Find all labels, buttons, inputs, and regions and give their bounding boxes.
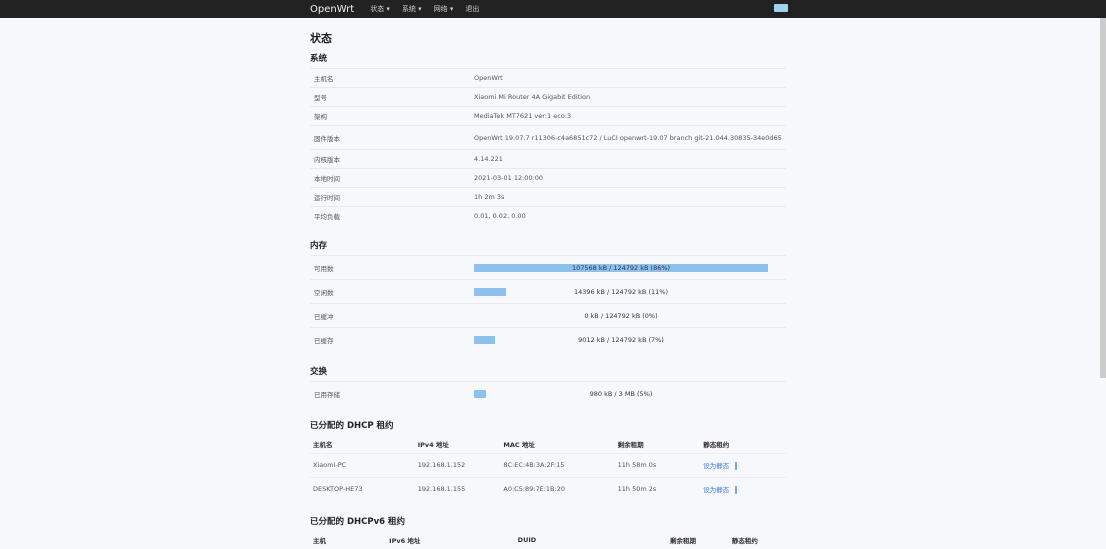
column-header: 主机名 <box>313 440 333 449</box>
column-header: 静态租约 <box>703 440 730 449</box>
usage-label: 空闲数 <box>314 288 334 297</box>
info-row: 运行时间 1h 2m 3s <box>310 187 786 206</box>
table-row: DESKTOP-HE73 192.168.1.155 A0:C5:89:7E:1B:… <box>310 476 786 501</box>
usage-row: 已用存储 980 kB / 3 MB (5%) <box>310 381 786 405</box>
column-header: 剩余租期 <box>669 537 696 545</box>
info-row: 型号 Xiaomi Mi Router 4A Gigabit Edition <box>310 87 786 106</box>
changes-badge[interactable] <box>774 4 788 12</box>
column-header: MAC 地址 <box>503 440 535 449</box>
info-value: Xiaomi Mi Router 4A Gigabit Edition <box>474 93 591 101</box>
set-static-button[interactable]: 设为静态 <box>703 486 738 495</box>
column-header: 静态租约 <box>731 537 758 545</box>
table-cell: 192.168.1.155 <box>414 476 501 501</box>
page-title: 状态 <box>310 32 332 45</box>
top-navbar: OpenWrt 状态 ▾ 系统 ▾ 网络 ▾ 退出 <box>0 0 1106 18</box>
info-label: 主机名 <box>314 75 334 83</box>
progress-text: 9012 kB / 124792 kB (7%) <box>578 335 664 344</box>
progress-bar: 14396 kB / 124792 kB (11%) <box>474 287 768 296</box>
info-row: 本地时间 2021-03-01 12:00:00 <box>310 168 786 187</box>
column-header: 剩余租期 <box>617 440 644 449</box>
progress-text: 107568 kB / 124792 kB (86%) <box>571 263 671 272</box>
table-cell: 8C:EC:4B:3A:2F:15 <box>500 452 615 477</box>
info-label: 内核版本 <box>314 156 340 164</box>
column-header: IPv6 地址 <box>389 537 421 545</box>
progress-bar: 980 kB / 3 MB (5%) <box>474 389 768 398</box>
progress-text: 0 kB / 124792 kB (0%) <box>584 311 658 320</box>
info-value: 0.01, 0.02, 0.00 <box>474 212 526 220</box>
usage-row: 已缓存 9012 kB / 124792 kB (7%) <box>310 327 786 351</box>
info-value: 4.14.221 <box>474 155 503 163</box>
table-cell: 11h 50m 2s <box>614 476 701 501</box>
info-value: OpenWrt <box>474 74 503 82</box>
set-static-button[interactable]: 设为静态 <box>703 462 738 470</box>
progress-bar: 0 kB / 124792 kB (0%) <box>474 312 768 320</box>
table-cell: 设为静态 <box>700 476 786 501</box>
progress-text: 980 kB / 3 MB (5%) <box>589 389 653 398</box>
info-label: 型号 <box>314 94 327 102</box>
table-cell: 11h 58m 0s <box>614 452 701 477</box>
usage-row: 空闲数 14396 kB / 124792 kB (11%) <box>310 279 786 303</box>
dhcp-leases-table: 主机名 IPv4 地址 MAC 地址 剩余租期 静态租约 Xiaomi-PC 192.168… <box>310 435 786 501</box>
column-header: IPv4 地址 <box>417 440 449 449</box>
menu-system[interactable]: 系统 ▾ <box>402 4 422 14</box>
menu-network[interactable]: 网络 ▾ <box>434 4 454 14</box>
usage-label: 已用存储 <box>314 390 340 399</box>
info-row: 平均负载 0.01, 0.02, 0.00 <box>310 206 786 225</box>
progress-bar: 9012 kB / 124792 kB (7%) <box>474 335 768 344</box>
dhcpv6-section-title: 已分配的 DHCPv6 租约 <box>310 517 406 527</box>
table-cell: A0:C5:89:7E:1B:20 <box>500 476 615 501</box>
info-label: 架构 <box>314 113 327 121</box>
table-cell: 192.168.1.152 <box>414 452 501 477</box>
info-label: 运行时间 <box>314 194 340 202</box>
system-section-title: 系统 <box>310 54 328 64</box>
column-header: DUID <box>517 536 537 544</box>
usage-label: 可用数 <box>314 264 334 273</box>
info-row: 架构 MediaTek MT7621 ver:1 eco:3 <box>310 106 786 125</box>
usage-row: 可用数 107568 kB / 124792 kB (86%) <box>310 255 786 279</box>
info-value: MediaTek MT7621 ver:1 eco:3 <box>474 112 572 120</box>
dhcp-section-title: 已分配的 DHCP 租约 <box>310 421 394 431</box>
progress-text: 14396 kB / 124792 kB (11%) <box>574 287 668 296</box>
info-row: 内核版本 4.14.221 <box>310 149 786 168</box>
info-value: 2021-03-01 12:00:00 <box>474 174 544 182</box>
info-label: 本地时间 <box>314 175 340 183</box>
dhcpv6-leases-table: 主机 IPv6 地址 DUID 剩余租期 静态租约 <box>310 531 786 549</box>
main-content: 状态 系统 主机名 OpenWrt 型号 Xiaomi Mi Router 4A Gi… <box>310 18 786 549</box>
brand-logo[interactable]: OpenWrt <box>310 4 354 15</box>
table-cell: 设为静态 <box>700 452 786 477</box>
menu-status[interactable]: 状态 ▾ <box>370 4 390 14</box>
usage-label: 已缓冲 <box>314 312 334 321</box>
usage-row: 已缓冲 0 kB / 124792 kB (0%) <box>310 303 786 327</box>
swap-section-title: 交换 <box>310 367 328 377</box>
column-header: 主机 <box>313 537 326 545</box>
memory-section-title: 内存 <box>310 241 328 251</box>
info-label: 固件版本 <box>314 134 340 143</box>
table-cell: DESKTOP-HE73 <box>310 476 415 501</box>
progress-bar: 107568 kB / 124792 kB (86%) <box>474 263 768 272</box>
info-row: 主机名 OpenWrt <box>310 68 786 87</box>
table-row: Xiaomi-PC 192.168.1.152 8C:EC:4B:3A:2F:15 1… <box>310 452 786 477</box>
menu-logout[interactable]: 退出 <box>465 4 479 14</box>
table-cell: Xiaomi-PC <box>310 452 415 477</box>
info-value: 1h 2m 3s <box>474 193 505 201</box>
info-value: OpenWrt 19.07.7 r11306-c4a6851c72 / LuCI… <box>474 133 782 142</box>
info-row: 固件版本 OpenWrt 19.07.7 r11306-c4a6851c72 / … <box>310 125 786 149</box>
info-label: 平均负载 <box>314 213 340 221</box>
scrollbar[interactable] <box>1100 18 1106 378</box>
usage-label: 已缓存 <box>314 336 334 345</box>
